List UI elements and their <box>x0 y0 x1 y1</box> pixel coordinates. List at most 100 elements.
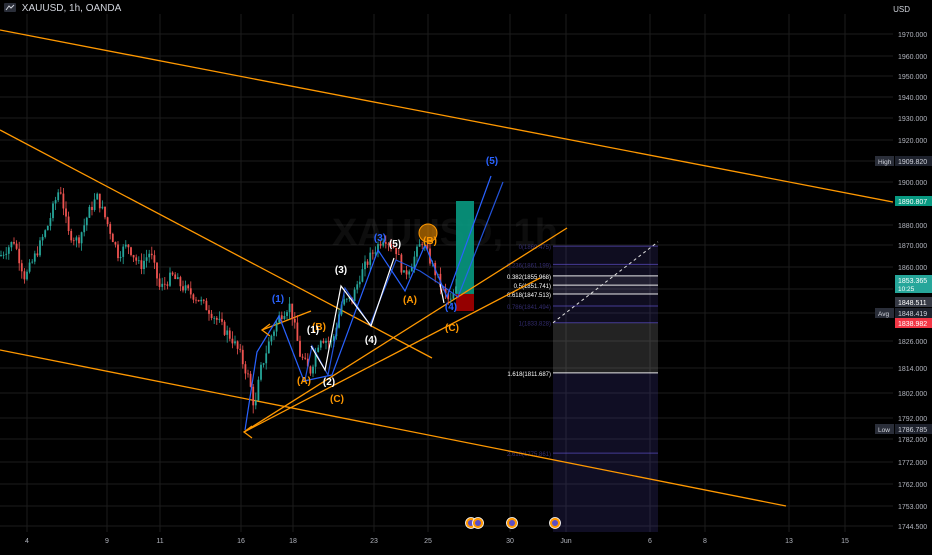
candle <box>117 241 119 262</box>
candle-body <box>127 244 130 248</box>
candle-body <box>26 271 28 280</box>
price-axis-tick: 1744.500 <box>898 524 927 531</box>
candle-body <box>223 321 226 335</box>
candle <box>20 259 23 279</box>
candle <box>46 225 49 231</box>
candle-body <box>288 303 291 313</box>
candle-body <box>202 299 205 301</box>
price-tag: 1890.807 <box>895 196 932 206</box>
candle-body <box>312 366 314 374</box>
symbol-title: XAUUSD, 1h, OANDA <box>21 3 122 14</box>
candle <box>7 245 10 260</box>
candle-body <box>252 386 255 406</box>
candle-body <box>317 347 320 352</box>
candle <box>195 296 197 304</box>
candle-body <box>195 299 197 301</box>
candle <box>88 204 91 218</box>
price-tag: 1786.785 Low <box>875 424 932 434</box>
candle-body <box>293 318 296 323</box>
candle <box>408 269 411 279</box>
candle-body <box>275 322 278 332</box>
candle-body <box>166 284 169 286</box>
time-axis-bg <box>0 532 893 550</box>
event-icon-core <box>552 520 558 526</box>
wave-label: (B) <box>423 236 437 247</box>
candle-body <box>309 366 312 374</box>
candle-body <box>231 338 234 344</box>
candle <box>312 364 314 378</box>
candle <box>296 315 299 341</box>
candle-body <box>239 348 242 350</box>
candle <box>85 216 88 231</box>
trend-line <box>243 277 541 433</box>
candle <box>356 280 359 294</box>
price-axis-tick: 1802.000 <box>898 391 927 398</box>
candle <box>15 240 18 251</box>
fib-level-label: 0.236(1861.199) <box>507 263 551 269</box>
candle <box>163 277 166 290</box>
candle <box>127 244 130 255</box>
candle <box>33 250 36 265</box>
candle-body <box>153 255 156 263</box>
chart-area[interactable]: XAUUSD, 1h 0(1869.475) 0.236(1861.199) 0.38… <box>0 0 932 550</box>
candle-body <box>455 286 457 294</box>
candle-body <box>254 400 257 406</box>
candle-body <box>379 244 382 246</box>
candle <box>293 312 296 329</box>
candle-body <box>280 315 283 320</box>
candle-body <box>325 340 327 343</box>
candle-body <box>416 246 418 257</box>
candle-body <box>0 255 2 256</box>
candle <box>67 211 70 235</box>
event-icon <box>506 517 518 529</box>
candle <box>262 362 265 368</box>
candle <box>364 255 366 277</box>
price-chart[interactable]: XAUUSD, 1h0(1869.475)0.236(1861.199)0.38… <box>0 0 932 550</box>
candle <box>70 228 73 243</box>
candle-body <box>200 299 203 302</box>
candle-body <box>215 317 218 320</box>
candle-body <box>296 322 299 341</box>
candle <box>288 296 291 320</box>
candle <box>78 234 80 248</box>
price-tag: 1909.820 High <box>875 156 932 166</box>
candle <box>13 237 15 245</box>
candle-body <box>119 256 122 259</box>
candle-body <box>150 253 153 256</box>
candle <box>145 249 148 268</box>
fib-level-label: 1.618(1811.687) <box>507 372 551 378</box>
wave-label: (C) <box>445 323 459 334</box>
candle-body <box>241 349 244 365</box>
candle-body <box>137 260 140 262</box>
wave-label: (1) <box>307 325 319 336</box>
candle-body <box>31 261 34 263</box>
candle <box>101 200 104 210</box>
candle-body <box>135 257 138 261</box>
candle <box>132 254 135 263</box>
candle <box>403 270 405 273</box>
candle <box>31 259 34 264</box>
candle-body <box>400 254 403 273</box>
candle <box>197 299 200 302</box>
candle <box>208 305 210 321</box>
candle <box>275 320 278 337</box>
candle-body <box>405 270 408 275</box>
fib-zones: 0(1869.475)0.236(1861.199)0.382(1855.968… <box>507 241 659 542</box>
candle <box>10 241 13 252</box>
candle <box>252 384 255 414</box>
candle-body <box>101 206 104 209</box>
wave-path-sub <box>310 257 395 372</box>
candle-body <box>304 357 307 359</box>
candle-body <box>371 252 374 254</box>
price-tag-value: 1786.785 <box>898 427 927 434</box>
candle <box>137 256 140 264</box>
price-axis-tick: 1814.000 <box>898 366 927 373</box>
candle <box>18 241 21 271</box>
candle <box>247 369 249 378</box>
event-icon <box>472 517 484 529</box>
price-axis-tick: 1880.000 <box>898 223 927 230</box>
candle-body <box>15 243 18 249</box>
candle <box>166 281 169 290</box>
candle-body <box>262 363 265 365</box>
symbol-header[interactable]: XAUUSD, 1h, OANDA <box>4 3 121 14</box>
